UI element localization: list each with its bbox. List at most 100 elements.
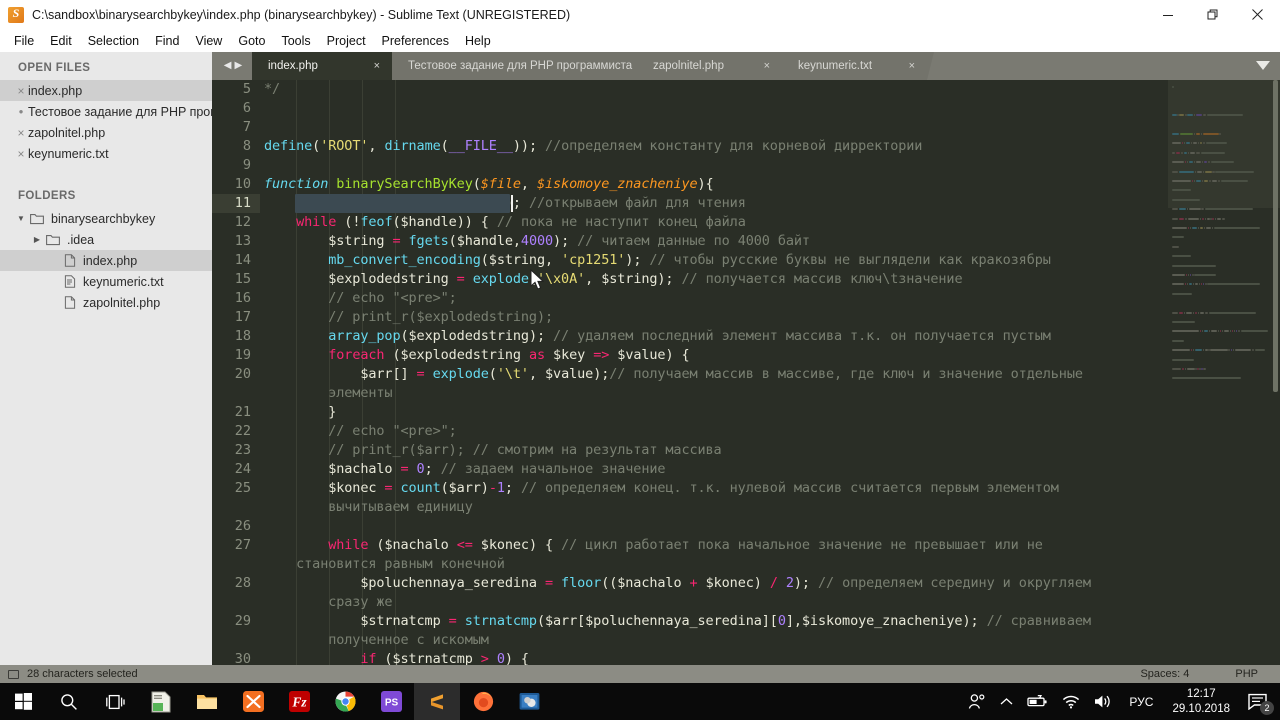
notepadpp-button[interactable] — [138, 683, 184, 720]
minimap-line — [1172, 170, 1179, 173]
mouse-cursor — [530, 269, 545, 290]
line-number: 17 — [234, 309, 251, 325]
language-indicator[interactable]: РУС — [1120, 695, 1162, 709]
minimap-line — [1202, 349, 1204, 352]
chevron-right-icon[interactable]: ▶ — [235, 61, 243, 71]
code-token: ( — [400, 328, 409, 344]
menu-item-file[interactable]: File — [6, 32, 42, 50]
menu-item-project[interactable]: Project — [319, 32, 374, 50]
minimap-line — [1211, 330, 1218, 333]
minimap-line — [1184, 368, 1187, 370]
layout-icon[interactable] — [8, 669, 19, 679]
notifications-button[interactable]: 2 — [1240, 683, 1280, 720]
code-token: => — [593, 347, 610, 363]
open-file-label: index.php — [28, 83, 83, 98]
chevron-right-icon[interactable]: ▶ — [30, 235, 44, 244]
minimap[interactable] — [1168, 80, 1280, 665]
file-explorer-button[interactable] — [184, 683, 230, 720]
xampp-button[interactable] — [230, 683, 276, 720]
minimize-button[interactable] — [1145, 0, 1190, 29]
chevron-down-icon[interactable]: ▼ — [14, 214, 28, 223]
minimap-line — [1215, 170, 1255, 173]
close-icon[interactable]: × — [14, 127, 28, 139]
restore-button[interactable] — [1190, 0, 1235, 29]
close-icon[interactable]: × — [14, 148, 28, 160]
tree-item-keynumeric-txt[interactable]: keynumeric.txt — [0, 271, 212, 292]
close-button[interactable] — [1235, 0, 1280, 29]
volume-button[interactable] — [1087, 683, 1120, 720]
tree-item-label: binarysearchbykey — [51, 211, 156, 226]
tab-nav-arrows[interactable]: ◀ ▶ — [218, 52, 248, 80]
code-token: ( — [472, 176, 481, 192]
code-token: полученное с искомым — [264, 632, 489, 648]
start-button[interactable] — [0, 683, 46, 720]
menu-item-edit[interactable]: Edit — [42, 32, 80, 50]
minimap-line — [1180, 151, 1183, 154]
tab-label: Тестовое задание для PHP программиста — [408, 60, 633, 72]
minimap-line — [1210, 349, 1228, 352]
phpstorm-button[interactable]: PS — [368, 683, 414, 720]
tree-item-label: keynumeric.txt — [83, 274, 164, 289]
menu-item-find[interactable]: Find — [147, 32, 187, 50]
menu-item-preferences[interactable]: Preferences — [374, 32, 457, 50]
people-icon — [969, 693, 985, 709]
line-number: 5 — [242, 81, 251, 97]
code-token: $file — [480, 176, 521, 192]
open-file-item[interactable]: × zapolnitel.php — [0, 122, 212, 143]
code-line: mb_convert_encoding($string, 'cp1251'); … — [264, 251, 1051, 270]
code-token: сразу же — [264, 594, 393, 610]
menu-item-view[interactable]: View — [187, 32, 230, 50]
sublime-text-button[interactable] — [414, 683, 460, 720]
chevron-left-icon[interactable]: ◀ — [224, 61, 232, 71]
tree-item-zapolnitel-php[interactable]: zapolnitel.php — [0, 292, 212, 313]
chrome-button[interactable] — [322, 683, 368, 720]
menu-item-help[interactable]: Help — [457, 32, 499, 50]
search-button[interactable] — [46, 683, 92, 720]
tree-item-binarysearchbykey[interactable]: ▼ binarysearchbykey — [0, 208, 212, 229]
minimap-line — [1196, 170, 1203, 173]
minimap-line — [1172, 283, 1184, 286]
tab----------------------php-------------[interactable]: Тестовое задание для PHP программиста — [392, 52, 644, 80]
network-button[interactable] — [1055, 683, 1087, 720]
open-file-item[interactable]: × index.php — [0, 80, 212, 101]
text-selection — [295, 194, 510, 213]
chevron-down-icon[interactable] — [1256, 61, 1270, 70]
minimap-line — [1179, 133, 1194, 135]
indent-setting[interactable]: Spaces: 4 — [1140, 668, 1189, 680]
tree-item--idea[interactable]: ▶ .idea — [0, 229, 212, 250]
tree-item-index-php[interactable]: index.php — [0, 250, 212, 271]
modified-dot-icon[interactable]: ● — [14, 107, 28, 116]
battery-button[interactable] — [1020, 683, 1055, 720]
code-token: strnatcmp — [464, 613, 537, 629]
tab-index-php[interactable]: index.php × — [252, 52, 399, 80]
firefox-button[interactable] — [460, 683, 506, 720]
syntax-setting[interactable]: PHP — [1235, 668, 1258, 680]
code-text[interactable]: */define('ROOT', dirname(__FILE__)); //о… — [264, 80, 1280, 665]
menu-item-selection[interactable]: Selection — [80, 32, 147, 50]
media-app-button[interactable] — [506, 683, 552, 720]
minimap-line — [1205, 283, 1207, 286]
close-icon[interactable]: × — [14, 85, 28, 97]
code-pane[interactable]: 5 6 7 8 9 10 11 12 13 14 15 16 17 18 19 20 21 22 23 24 25 26 2… — [212, 80, 1280, 665]
clock[interactable]: 12:17 29.10.2018 — [1162, 683, 1240, 720]
show-hidden-icons-button[interactable] — [993, 683, 1020, 720]
minimap-line — [1186, 311, 1193, 314]
task-view-button[interactable] — [92, 683, 138, 720]
tab-keynumeric-txt[interactable]: keynumeric.txt × — [782, 52, 934, 80]
tab-close-icon[interactable]: × — [374, 60, 380, 72]
code-token: $konec — [264, 480, 385, 496]
filezilla-button[interactable]: Fz — [276, 683, 322, 720]
open-file-item[interactable]: ● Тестовое задание для PHP програ — [0, 101, 212, 122]
people-button[interactable] — [961, 683, 993, 720]
tab-close-icon[interactable]: × — [909, 60, 915, 72]
code-token: // задаем начальное значение — [440, 461, 666, 477]
menu-item-tools[interactable]: Tools — [273, 32, 318, 50]
menu-item-goto[interactable]: Goto — [230, 32, 273, 50]
open-file-item[interactable]: × keynumeric.txt — [0, 143, 212, 164]
tab-close-icon[interactable]: × — [764, 60, 770, 72]
tab-zapolnitel-php[interactable]: zapolnitel.php × — [637, 52, 789, 80]
minimap-scrollbar[interactable] — [1273, 80, 1278, 392]
